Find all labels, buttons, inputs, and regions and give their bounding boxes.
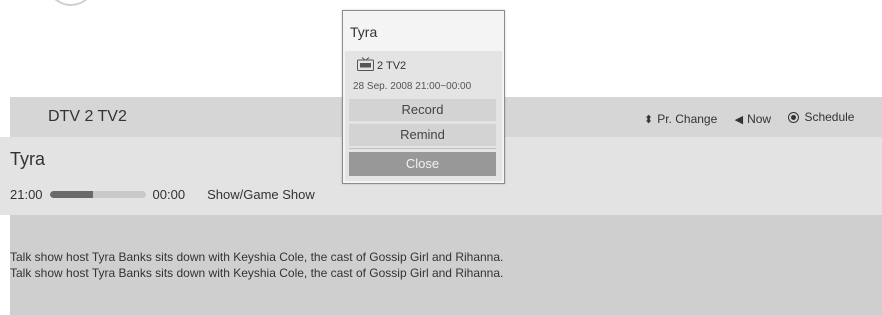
popup-body: 2 TV2 28 Sep. 2008 21:00~00:00 Record Re…	[345, 51, 502, 181]
hint-now-label: Now	[747, 112, 772, 126]
hint-pr-change[interactable]: ⬍ Pr. Change	[644, 112, 717, 126]
description-line: Talk show host Tyra Banks sits down with…	[10, 266, 504, 280]
popup-channel: 2 TV2	[377, 60, 407, 72]
program-time-row: 21:00 00:00 Show/Game Show	[10, 187, 315, 202]
popup-title: Tyra	[350, 24, 378, 40]
tv-icon	[357, 57, 374, 71]
program-progress-bar	[49, 191, 146, 198]
radio-button-icon	[788, 111, 800, 123]
remind-button[interactable]: Remind	[349, 124, 496, 146]
program-description-panel: Talk show host Tyra Banks sits down with…	[10, 215, 882, 315]
updown-arrow-icon: ⬍	[644, 113, 654, 126]
decorative-arc	[38, 0, 104, 14]
popup-datetime: 28 Sep. 2008 21:00~00:00	[353, 81, 472, 92]
description-line: Talk show host Tyra Banks sits down with…	[10, 250, 504, 264]
program-end-time: 00:00	[152, 187, 186, 202]
channel-name: DTV 2 TV2	[48, 108, 127, 125]
hint-schedule[interactable]: Schedule	[788, 110, 854, 124]
program-genre: Show/Game Show	[207, 187, 315, 202]
program-title: Tyra	[10, 149, 46, 169]
program-popup: Tyra 2 TV2 28 Sep. 2008 21:00~00:00 Reco…	[342, 10, 505, 184]
record-button[interactable]: Record	[349, 99, 496, 121]
hint-now[interactable]: ◀ Now	[735, 112, 771, 126]
popup-divider	[349, 148, 496, 149]
program-progress-fill	[49, 191, 93, 198]
hint-pr-change-label: Pr. Change	[657, 112, 718, 126]
program-start-time: 21:00	[10, 187, 43, 202]
hint-schedule-label: Schedule	[804, 110, 855, 124]
key-hints: ⬍ Pr. Change ◀ Now Schedule	[644, 110, 868, 126]
left-triangle-icon: ◀	[734, 113, 744, 126]
close-button[interactable]: Close	[349, 152, 496, 176]
program-description: Talk show host Tyra Banks sits down with…	[10, 249, 503, 281]
